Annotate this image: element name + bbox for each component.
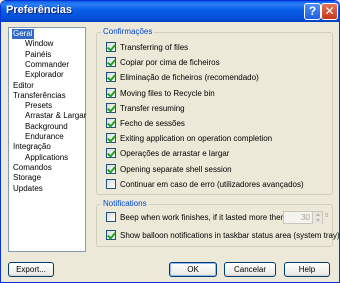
confirmation-checkbox[interactable] [106,118,116,128]
confirmation-checkbox[interactable] [106,42,116,52]
balloon-label: Show balloon notifications in taskbar st… [120,231,340,240]
confirmation-checkbox[interactable] [106,102,116,113]
beep-seconds-suffix: s [325,212,329,219]
tree-item[interactable]: Integração [12,142,52,152]
beep-seconds-spinner[interactable]: 30 [283,211,323,224]
tree-item[interactable]: Updates [12,184,44,194]
cancel-button[interactable]: Cancelar [224,262,276,277]
confirmation-checkbox[interactable] [106,163,116,174]
confirmation-checkbox[interactable] [106,133,116,144]
tree-item[interactable]: Geral [12,29,34,39]
tree-item[interactable]: Background [24,122,69,132]
confirmation-label: Transferring of files [120,43,189,52]
window-title: Preferências [6,4,73,16]
category-tree[interactable]: Geral Window Painéis Commander Explorador Edi… [8,27,86,252]
balloon-checkbox[interactable] [106,230,116,240]
tree-item[interactable]: Painéis [24,50,52,60]
confirmations-group-label: Confirmações [101,27,155,37]
tree-item[interactable]: Storage [12,173,42,183]
tree-item[interactable]: Editor [12,81,35,91]
confirmation-label: Continuar em caso de erro (utilizadores … [120,179,304,189]
confirmation-label: Moving files to Recycle bin [120,88,215,98]
confirmation-label: Copiar por cima de ficheiros [120,58,220,68]
beep-label: Beep when work finishes, if it lasted mo… [120,213,285,222]
tree-item[interactable]: Endurance [24,132,65,142]
notifications-group-label: Notifications [101,199,149,209]
confirmation-label: Opening separate shell session [120,164,232,174]
ok-button[interactable]: OK [169,262,217,277]
spin-down-arrow-icon[interactable] [312,218,322,224]
confirmation-label: Eliminação de ficheiros (recomendado) [120,73,259,83]
help-title-button[interactable]: ? [304,3,321,20]
help-button[interactable]: Help [284,262,330,277]
tree-item[interactable]: Commander [24,60,70,70]
tree-item[interactable]: Presets [24,101,53,111]
confirmation-checkbox[interactable] [106,148,116,159]
tree-item[interactable]: Explorador [24,70,65,80]
tree-item[interactable]: Window [24,39,54,49]
confirmation-label: Fecho de sessões [120,119,185,128]
confirmation-checkbox[interactable] [106,72,116,83]
export-button[interactable]: Export... [8,262,54,277]
tree-item[interactable]: Arrastar & Largar [24,111,87,121]
tree-item[interactable]: Transferências [12,91,67,101]
beep-seconds-value: 30 [301,213,310,222]
title-bar: Preferências ? ✕ [1,1,339,22]
tree-item[interactable]: Comandos [12,163,53,173]
preferences-window: Preferências ? ✕ Geral Window Painéis Comma… [0,0,340,283]
close-button[interactable]: ✕ [321,3,338,20]
confirmation-checkbox[interactable] [106,57,116,68]
confirmation-label: Transfer resuming [120,103,185,113]
confirmation-checkbox[interactable] [106,87,116,98]
confirmation-checkbox[interactable] [106,178,116,189]
tree-item[interactable]: Applications [24,153,69,163]
beep-checkbox[interactable] [106,212,116,222]
confirmation-label: Operações de arrastar e largar [120,149,230,159]
confirmation-label: Exiting application on operation complet… [120,134,273,144]
